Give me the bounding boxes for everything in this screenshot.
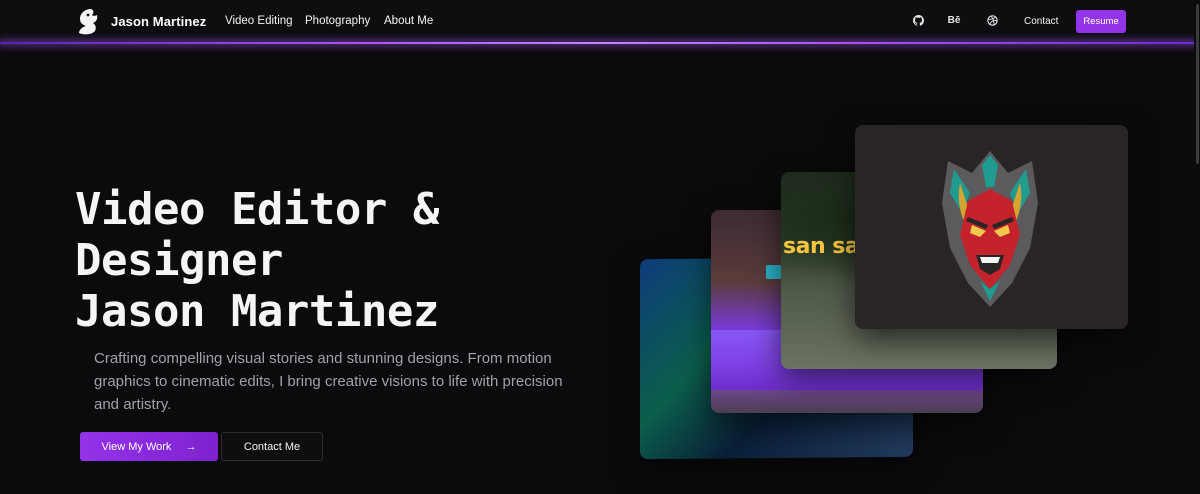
nav-glow-divider (0, 42, 1200, 44)
nav-link-about-me[interactable]: About Me (384, 15, 433, 27)
github-icon[interactable] (911, 13, 925, 27)
hero-title-line-1: Video Editor & (75, 184, 439, 235)
scrollbar-thumb[interactable] (1196, 4, 1199, 164)
nav-contact-link[interactable]: Contact (1024, 16, 1058, 27)
hero-title: Video Editor & Designer Jason Martinez (75, 184, 439, 337)
hero-title-line-3: Jason Martinez (75, 286, 439, 337)
resume-button[interactable]: Resume (1076, 10, 1126, 33)
nav-link-photography[interactable]: Photography (305, 15, 370, 27)
nav-link-video-editing[interactable]: Video Editing (225, 15, 293, 27)
view-my-work-button[interactable]: View My Work → (80, 432, 218, 461)
arrow-right-icon: → (185, 440, 197, 453)
portfolio-card-4[interactable] (855, 125, 1128, 329)
logo-icon[interactable] (73, 7, 100, 36)
hero-subtitle: Crafting compelling visual stories and s… (94, 350, 563, 413)
hero-title-line-2: Designer (75, 235, 283, 286)
oni-mask-icon (942, 151, 1038, 307)
contact-me-button[interactable]: Contact Me (221, 432, 323, 461)
behance-icon[interactable]: Bē (947, 13, 961, 27)
top-navbar: Jason Martinez Video Editing Photography… (0, 0, 1200, 43)
brand-name[interactable]: Jason Martinez (111, 14, 206, 29)
view-my-work-label: View My Work (101, 440, 172, 453)
dribbble-icon[interactable] (985, 13, 999, 27)
card-3-title: san sa (783, 234, 860, 259)
page-scrollbar[interactable] (1194, 0, 1200, 494)
